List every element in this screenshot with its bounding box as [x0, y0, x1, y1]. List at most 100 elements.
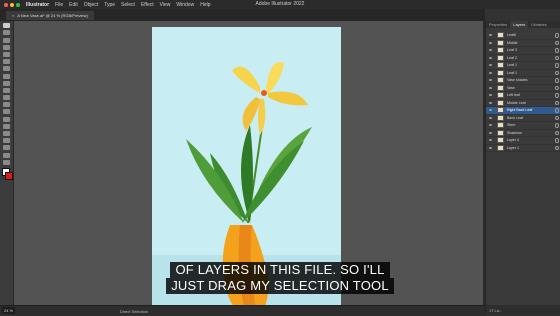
layer-target-icon[interactable]: [554, 138, 559, 143]
petal-4[interactable]: [242, 97, 260, 131]
visibility-eye-icon[interactable]: [489, 116, 492, 119]
layer-target-icon[interactable]: [554, 70, 559, 75]
layer-row[interactable]: Vase: [486, 84, 560, 92]
layer-target-icon[interactable]: [554, 93, 559, 98]
menu-edit[interactable]: Edit: [69, 2, 78, 8]
menu-file[interactable]: File: [55, 2, 63, 8]
document-tab-label: A New Vase.ai* @ 24 % (RGB/Preview): [17, 13, 88, 18]
layer-thumbnail: [497, 99, 504, 106]
curvature-tool-icon[interactable]: [3, 44, 10, 50]
stroke-swatch[interactable]: [5, 172, 13, 180]
layer-row[interactable]: Left leaf: [486, 92, 560, 100]
layer-target-icon[interactable]: [554, 63, 559, 68]
visibility-eye-icon[interactable]: [489, 101, 492, 104]
menu-type[interactable]: Type: [104, 2, 115, 8]
visibility-eye-icon[interactable]: [489, 71, 492, 74]
close-window-button[interactable]: [4, 2, 8, 7]
visibility-eye-icon[interactable]: [489, 124, 492, 127]
blend-tool-icon[interactable]: [3, 138, 10, 144]
visibility-eye-icon[interactable]: [489, 146, 492, 149]
visibility-eye-icon[interactable]: [489, 79, 492, 82]
layer-target-icon[interactable]: [554, 100, 559, 105]
eyedropper-tool-icon[interactable]: [3, 131, 10, 136]
minimize-window-button[interactable]: [10, 2, 14, 7]
menu-app[interactable]: Illustrator: [26, 2, 49, 8]
layer-row[interactable]: Leaf 3: [486, 47, 560, 55]
selection-tool-icon[interactable]: [3, 23, 10, 29]
close-tab-icon[interactable]: ×: [12, 13, 14, 18]
layer-target-icon[interactable]: [554, 55, 559, 60]
layer-row[interactable]: Leaf 1: [486, 62, 560, 70]
document-tab[interactable]: × A New Vase.ai* @ 24 % (RGB/Preview): [6, 11, 94, 20]
layer-row[interactable]: Right Back Leaf: [486, 107, 560, 115]
layer-row[interactable]: Back Leaf: [486, 114, 560, 122]
layer-target-icon[interactable]: [554, 33, 559, 38]
layer-row[interactable]: Layer 4: [486, 137, 560, 145]
visibility-eye-icon[interactable]: [489, 131, 492, 134]
zoom-window-button[interactable]: [16, 2, 20, 7]
pen-tool-icon[interactable]: [3, 37, 10, 43]
layer-target-icon[interactable]: [554, 130, 559, 135]
zoom-tool-icon[interactable]: [3, 159, 10, 165]
layer-row[interactable]: Leaf6: [486, 32, 560, 40]
layer-row[interactable]: Vase shades: [486, 77, 560, 85]
artboard-tool-icon[interactable]: [3, 145, 10, 151]
tab-properties[interactable]: Properties: [486, 21, 510, 28]
layer-target-icon[interactable]: [554, 108, 559, 113]
layer-row[interactable]: Middle Leaf: [486, 99, 560, 107]
menu-help[interactable]: Help: [200, 2, 210, 8]
layer-row[interactable]: Shadows: [486, 129, 560, 137]
gradient-tool-icon[interactable]: [3, 123, 10, 129]
direct-selection-tool-icon[interactable]: [3, 30, 10, 36]
petal-2[interactable]: [266, 62, 284, 95]
layer-row[interactable]: Stem: [486, 122, 560, 130]
type-tool-icon[interactable]: [3, 66, 10, 72]
panel-tabs: Properties Layers Libraries: [486, 21, 560, 28]
back-leaf[interactable]: [186, 139, 244, 223]
visibility-eye-icon[interactable]: [489, 86, 492, 89]
visibility-eye-icon[interactable]: [489, 34, 492, 37]
visibility-eye-icon[interactable]: [489, 49, 492, 52]
layer-thumbnail: [497, 122, 504, 129]
tab-layers[interactable]: Layers: [510, 21, 529, 28]
scale-tool-icon[interactable]: [3, 102, 10, 108]
layer-row[interactable]: Leaf 1: [486, 69, 560, 77]
menu-window[interactable]: Window: [176, 2, 194, 8]
brush-tool-icon[interactable]: [3, 51, 10, 57]
rectangle-tool-icon[interactable]: [3, 80, 10, 86]
zoom-level[interactable]: 24 %: [2, 307, 16, 314]
menu-effect[interactable]: Effect: [141, 2, 154, 8]
layer-row[interactable]: Middle: [486, 39, 560, 47]
line-tool-icon[interactable]: [3, 73, 10, 79]
petal-5[interactable]: [258, 99, 266, 135]
menu-object[interactable]: Object: [84, 2, 98, 8]
visibility-eye-icon[interactable]: [489, 64, 492, 67]
visibility-eye-icon[interactable]: [489, 109, 492, 112]
pencil-tool-icon[interactable]: [3, 59, 10, 65]
shape-builder-tool-icon[interactable]: [3, 116, 10, 122]
layer-target-icon[interactable]: [554, 78, 559, 83]
layer-target-icon[interactable]: [554, 115, 559, 120]
visibility-eye-icon[interactable]: [489, 41, 492, 44]
visibility-eye-icon[interactable]: [489, 139, 492, 142]
tab-libraries[interactable]: Libraries: [528, 21, 549, 28]
fill-stroke-swatches[interactable]: [2, 168, 13, 180]
flower-center[interactable]: [261, 90, 267, 96]
layer-target-icon[interactable]: [554, 40, 559, 45]
layer-target-icon[interactable]: [554, 145, 559, 150]
layer-row[interactable]: Leaf 2: [486, 54, 560, 62]
rotate-tool-icon[interactable]: [3, 95, 10, 101]
visibility-eye-icon[interactable]: [489, 56, 492, 59]
layer-target-icon[interactable]: [554, 48, 559, 53]
layer-row[interactable]: Layer 1: [486, 144, 560, 152]
hand-tool-icon[interactable]: [3, 152, 10, 158]
petal-3[interactable]: [268, 91, 308, 106]
eraser-tool-icon[interactable]: [3, 87, 10, 93]
menu-select[interactable]: Select: [121, 2, 135, 8]
width-tool-icon[interactable]: [3, 109, 10, 115]
petal-1[interactable]: [232, 66, 260, 93]
layer-target-icon[interactable]: [554, 85, 559, 90]
visibility-eye-icon[interactable]: [489, 94, 492, 97]
menu-view[interactable]: View: [160, 2, 171, 8]
layer-target-icon[interactable]: [554, 123, 559, 128]
